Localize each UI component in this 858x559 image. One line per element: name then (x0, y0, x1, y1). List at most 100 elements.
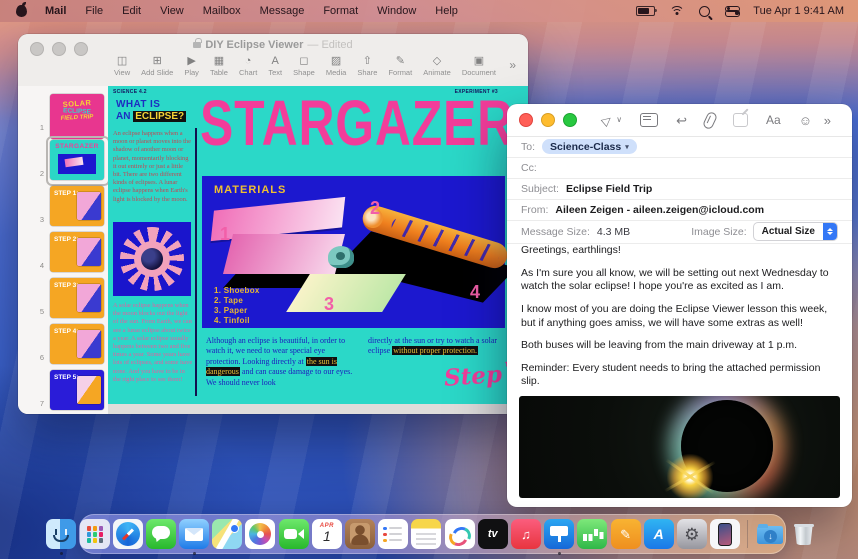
zoom-button[interactable] (563, 113, 577, 127)
reply-icon[interactable]: ↩ (676, 114, 687, 127)
dock-finder-icon[interactable] (46, 519, 76, 549)
thumb-step-4[interactable]: STEP 4: (50, 324, 104, 364)
slide-thumbnail-7[interactable]: 7STEP 5: (18, 370, 108, 410)
toolbar-overflow-chevron[interactable]: » (824, 114, 831, 127)
safety-paragraph-left: Although an eclipse is beautiful, in ord… (206, 336, 360, 388)
body-paragraph: As I'm sure you all know, we will be set… (521, 267, 838, 294)
stepper-icon[interactable] (823, 223, 837, 240)
dock-divider (747, 520, 748, 548)
toolbar-view[interactable]: ◫View (114, 55, 130, 77)
dock-appletv-icon[interactable]: tv (478, 519, 508, 549)
emoji-icon[interactable]: ☺ (799, 114, 812, 127)
materials-list-item: 1. Shoebox (214, 286, 260, 296)
recipient-token[interactable]: Science-Class▾ (542, 139, 637, 154)
dock-facetime-icon[interactable] (279, 519, 309, 549)
dock-contacts-icon[interactable] (345, 519, 375, 549)
toolbar-table[interactable]: ▦Table (210, 55, 228, 77)
slide-thumbnail-1[interactable]: 1SOLARECLIPSEFIELD TRIP (18, 94, 108, 134)
dock-music-icon[interactable]: ♫ (511, 519, 541, 549)
toolbar-overflow-chevron[interactable]: » (509, 58, 516, 72)
keynote-titlebar[interactable]: DIY Eclipse Viewer— Edited ◫View⊞Add Sli… (18, 34, 528, 87)
image-size-select[interactable]: Actual Size (753, 222, 838, 241)
menu-mailbox[interactable]: Mailbox (203, 5, 241, 17)
thumb-step-3[interactable]: STEP 3: (50, 278, 104, 318)
menu-clock[interactable]: Tue Apr 1 9:41 AM (753, 5, 844, 17)
attachment-icon[interactable] (702, 110, 718, 130)
toolbar-format[interactable]: ✎Format (388, 55, 412, 77)
slide-thumbnail-6[interactable]: 6STEP 4: (18, 324, 108, 364)
menu-help[interactable]: Help (435, 5, 458, 17)
thumb-stargazer-slide[interactable]: STARGAZER (50, 140, 104, 180)
thumb-step-1[interactable]: STEP 1: (50, 186, 104, 226)
dock-appstore-icon[interactable]: A (644, 519, 674, 549)
menu-message[interactable]: Message (260, 5, 305, 17)
toolbar-add-slide[interactable]: ⊞Add Slide (141, 55, 173, 77)
slide-thumbnail-4[interactable]: 4STEP 2: (18, 232, 108, 272)
toolbar-share[interactable]: ⇧Share (357, 55, 377, 77)
toolbar-play[interactable]: ▶Play (184, 55, 199, 77)
recipient-chevron-icon: ▾ (625, 143, 629, 151)
wifi-icon[interactable] (670, 6, 684, 17)
image-size-label: Image Size: (691, 226, 746, 238)
thumb-step-5[interactable]: STEP 5: (50, 370, 104, 410)
dock-keynote-icon[interactable] (544, 519, 574, 549)
toolbar-text[interactable]: AText (268, 55, 282, 77)
dock-photos-icon[interactable] (245, 519, 275, 549)
dock-calendar-icon[interactable]: APR1 (312, 519, 342, 549)
slide-thumbnail-5[interactable]: 5STEP 3: (18, 278, 108, 318)
thumb-title-slide[interactable]: SOLARECLIPSEFIELD TRIP (50, 94, 104, 139)
menu-mail[interactable]: Mail (45, 5, 66, 17)
dock-notes-icon[interactable] (411, 519, 441, 549)
slide-thumbnail-2[interactable]: 2STARGAZER (18, 140, 108, 180)
body-paragraph: Greetings, earthlings! (521, 244, 838, 258)
from-row[interactable]: From: Aileen Zeigen - aileen.zeigen@iclo… (507, 199, 852, 221)
dock-launchpad-icon[interactable] (80, 519, 110, 549)
close-button[interactable] (519, 113, 533, 127)
send-options-chevron-icon[interactable]: ∨ (616, 116, 622, 124)
window-controls[interactable] (519, 113, 577, 127)
toolbar-add-slide-icon: ⊞ (153, 55, 162, 67)
menu-edit[interactable]: Edit (122, 5, 141, 17)
dock-downloads-icon[interactable]: ↓ (755, 519, 785, 549)
minimize-button[interactable] (541, 113, 555, 127)
send-icon[interactable]: ▷ (599, 112, 614, 127)
subject-label: Subject: (521, 183, 559, 195)
thumb-step-2[interactable]: STEP 2: (50, 232, 104, 272)
dock-numbers-icon[interactable] (577, 519, 607, 549)
format-icon[interactable]: Aa (766, 114, 781, 126)
to-row[interactable]: To: Science-Class▾ (507, 136, 852, 158)
insert-icon[interactable] (733, 113, 748, 127)
dock-reminders-icon[interactable] (378, 519, 408, 549)
toolbar-document[interactable]: ▣Document (462, 55, 496, 77)
dock-iphone-icon[interactable] (710, 519, 740, 549)
menu-format[interactable]: Format (323, 5, 358, 17)
apple-menu-icon[interactable] (16, 5, 27, 17)
dock-safari-icon[interactable] (113, 519, 143, 549)
subject-row[interactable]: Subject: Eclipse Field Trip (507, 178, 852, 200)
body-paragraph: Both buses will be leaving from the main… (521, 339, 838, 353)
toolbar-animate[interactable]: ◇Animate (423, 55, 451, 77)
cc-row[interactable]: Cc: (507, 157, 852, 179)
lock-icon (193, 42, 201, 48)
dock-messages-icon[interactable] (146, 519, 176, 549)
dock-mail-icon[interactable] (179, 519, 209, 549)
menu-file[interactable]: File (85, 5, 103, 17)
dock-settings-icon[interactable]: ⚙ (677, 519, 707, 549)
toolbar-chart[interactable]: ◔Chart (239, 55, 257, 77)
slide-canvas[interactable]: SCIENCE 4.2 EXPERIMENT #3 STARGAZER How … (108, 86, 528, 414)
eclipse-photo-attachment[interactable] (519, 396, 840, 498)
menu-window[interactable]: Window (377, 5, 416, 17)
toolbar-media[interactable]: ▨Media (326, 55, 346, 77)
solar-eclipse-paragraph: A solar eclipse happens when the moon bl… (113, 302, 193, 384)
dock-maps-icon[interactable] (212, 519, 242, 549)
battery-icon[interactable] (636, 6, 655, 16)
spotlight-search-icon[interactable] (699, 6, 710, 17)
dock-pages-icon[interactable]: ✎ (611, 519, 641, 549)
control-center-icon[interactable] (725, 6, 738, 17)
slide-thumbnail-3[interactable]: 3STEP 1: (18, 186, 108, 226)
dock-freeform-icon[interactable] (445, 519, 475, 549)
menu-view[interactable]: View (160, 5, 184, 17)
dock-trash-icon[interactable] (789, 519, 819, 549)
toolbar-shape[interactable]: ◻Shape (293, 55, 315, 77)
header-fields-icon[interactable] (640, 113, 658, 127)
